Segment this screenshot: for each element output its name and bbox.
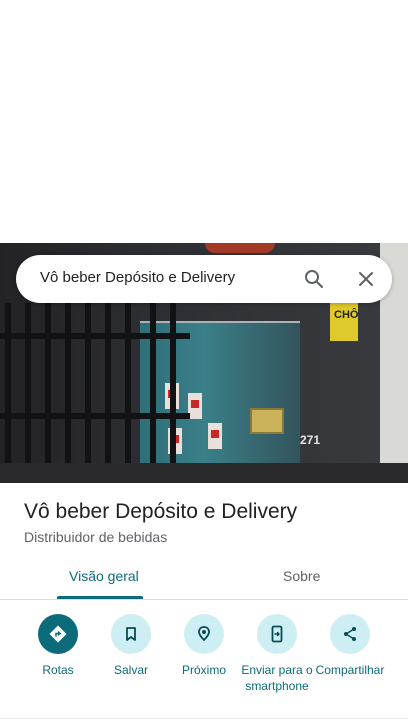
share-button[interactable]: Compartilhar — [310, 614, 390, 678]
photo-number: 271 — [300, 433, 321, 447]
nearby-label: Próximo — [181, 663, 226, 677]
search-icon[interactable] — [302, 267, 326, 291]
tab-indicator — [57, 596, 143, 599]
search-query[interactable]: Vô beber Depósito e Delivery — [40, 269, 235, 286]
place-category[interactable]: Distribuidor de bebidas — [24, 529, 167, 545]
tab-overview[interactable]: Visão geral — [69, 568, 139, 584]
bookmark-icon — [111, 614, 151, 654]
tab-bar: Visão geral Sobre — [0, 556, 408, 600]
photo-grille — [0, 303, 190, 483]
directions-button[interactable]: Rotas — [18, 614, 98, 678]
share-label: Compartilhar — [315, 663, 385, 677]
save-label: Salvar — [113, 663, 148, 677]
photo-poster — [188, 393, 202, 419]
photo-red-sign — [205, 243, 275, 253]
close-icon[interactable] — [354, 267, 378, 291]
place-title: Vô beber Depósito e Delivery — [24, 500, 298, 523]
send-to-phone-label: Enviar para o smartphone — [241, 663, 313, 693]
divider — [0, 718, 408, 719]
send-to-phone-button[interactable]: Enviar para o smartphone — [237, 614, 317, 694]
nearby-icon — [184, 614, 224, 654]
tab-about[interactable]: Sobre — [283, 568, 320, 584]
photo-poster — [208, 423, 222, 449]
photo-floor — [0, 463, 408, 483]
directions-label: Rotas — [42, 663, 74, 677]
search-bar[interactable]: Vô beber Depósito e Delivery — [16, 255, 392, 303]
send-to-phone-icon — [257, 614, 297, 654]
nearby-button[interactable]: Próximo — [164, 614, 244, 678]
directions-icon — [38, 614, 78, 654]
share-icon — [330, 614, 370, 654]
photo-box — [250, 408, 284, 434]
save-button[interactable]: Salvar — [91, 614, 171, 678]
